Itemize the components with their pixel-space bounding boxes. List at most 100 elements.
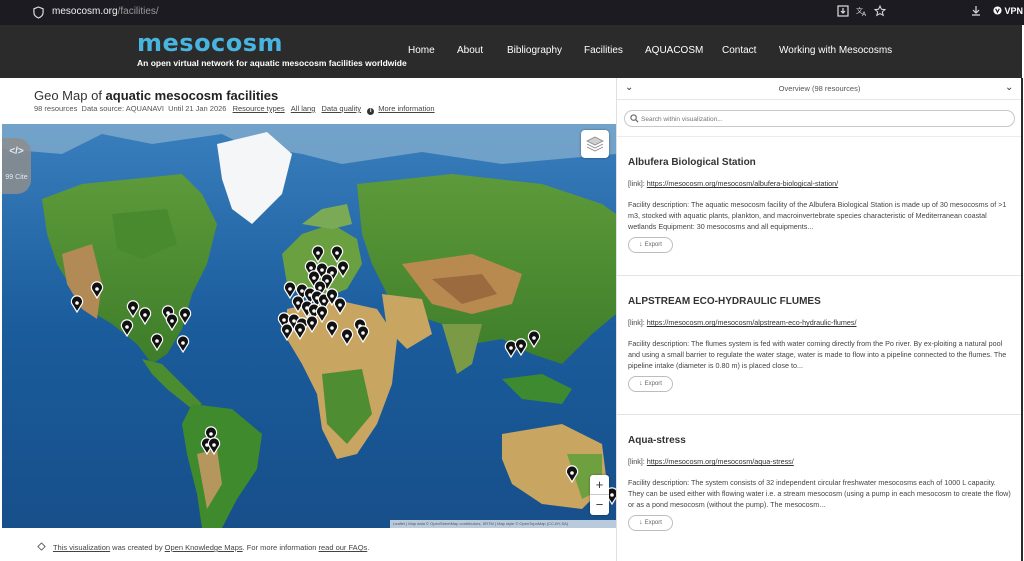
nav-bibliography[interactable]: Bibliography <box>507 45 562 56</box>
all-lang-link[interactable]: All lang <box>291 104 316 113</box>
marker-layer <box>70 245 616 506</box>
map-marker[interactable] <box>527 330 541 349</box>
svg-text:A: A <box>862 11 867 17</box>
site-logo[interactable]: mesocosm <box>137 29 283 57</box>
more-information-link[interactable]: More information <box>378 104 434 113</box>
item-link-line: [link]: https://mesocosm.org/mesocosm/aq… <box>628 457 794 466</box>
nav-home[interactable]: Home <box>408 45 435 56</box>
data-quality-link[interactable]: Data quality <box>321 104 361 113</box>
window-edge <box>1021 78 1023 561</box>
layers-button[interactable] <box>581 130 609 158</box>
item-link[interactable]: https://mesocosm.org/mesocosm/alpstream-… <box>647 318 857 327</box>
export-button[interactable]: ↓ Export <box>628 237 673 253</box>
item-description: Facility description: The system consist… <box>628 478 1011 510</box>
download-icon[interactable] <box>969 5 983 19</box>
zoom-in-button[interactable]: + <box>590 475 609 495</box>
resource-types-link[interactable]: Resource types <box>233 104 285 113</box>
search-input[interactable] <box>641 113 1001 125</box>
open-knowledge-maps-link[interactable]: Open Knowledge Maps <box>165 543 243 552</box>
reader-view-icon[interactable] <box>836 5 850 19</box>
info-icon[interactable]: i <box>367 108 375 115</box>
map-marker[interactable] <box>70 295 84 314</box>
nav-aquacosm[interactable]: AQUACOSM <box>645 45 703 56</box>
map-marker[interactable] <box>138 307 152 326</box>
embed-code-icon[interactable]: </> <box>2 146 31 157</box>
nav-about[interactable]: About <box>457 45 483 56</box>
map-marker[interactable] <box>178 307 192 326</box>
map-marker[interactable] <box>305 315 319 334</box>
zoom-out-button[interactable]: − <box>590 495 609 515</box>
map-marker[interactable] <box>311 245 325 264</box>
site-tagline: An open virtual network for aquatic meso… <box>137 58 407 68</box>
item-title[interactable]: Albufera Biological Station <box>628 157 756 168</box>
map-marker[interactable] <box>283 281 297 300</box>
map-marker[interactable] <box>325 320 339 339</box>
item-description: Facility description: The aquatic mesoco… <box>628 200 1007 232</box>
site-header: mesocosm An open virtual network for aqu… <box>0 25 1022 78</box>
data-source: Data source: AQUANAVI <box>81 104 164 113</box>
item-description: Facility description: The flumes system … <box>628 339 1007 371</box>
overview-bar[interactable]: ⌄ Overview (98 resources) ⌄ <box>617 78 1022 100</box>
map-marker[interactable] <box>280 323 294 342</box>
map-marker[interactable] <box>333 297 347 316</box>
map-marker[interactable] <box>90 281 104 300</box>
download-arrow-icon: ↓ <box>639 380 643 387</box>
download-arrow-icon: ↓ <box>639 241 643 248</box>
download-arrow-icon: ↓ <box>639 519 643 526</box>
nav-facilities[interactable]: Facilities <box>584 45 623 56</box>
browser-toolbar: mesocosm.org/facilities/ 文A VPN <box>0 0 1024 25</box>
geo-map[interactable] <box>2 124 616 528</box>
nav-working-with-mesocosms[interactable]: Working with Mesocosms <box>779 45 892 56</box>
map-attribution: Leaflet | Map data © OpenStreetMap contr… <box>390 520 616 528</box>
map-marker[interactable] <box>176 335 190 354</box>
visualization-link[interactable]: This visualization <box>53 543 110 552</box>
map-marker[interactable] <box>330 245 344 264</box>
shield-icon[interactable] <box>33 6 44 19</box>
page-title: Geo Map of aquatic mesocosm facilities <box>34 88 279 103</box>
map-context-line: 98 resources Data source: AQUANAVI Until… <box>34 104 435 115</box>
item-link-line: [link]: https://mesocosm.org/mesocosm/al… <box>628 179 839 188</box>
item-link-line: [link]: https://mesocosm.org/mesocosm/al… <box>628 318 857 327</box>
map-marker[interactable] <box>120 319 134 338</box>
layers-icon <box>586 136 604 152</box>
bookmark-star-icon[interactable] <box>873 4 887 19</box>
item-title[interactable]: ALPSTREAM ECO-HYDRAULIC FLUMES <box>628 296 821 307</box>
map-marker[interactable] <box>165 313 179 332</box>
side-toolbar: </> 99 Cite <box>2 138 31 194</box>
timespan: Until 21 Jan 2026 <box>168 104 227 113</box>
lightbulb-icon <box>37 542 46 551</box>
map-marker[interactable] <box>315 305 329 324</box>
map-marker[interactable] <box>356 325 370 344</box>
visualization-footer: This visualization was created by Open K… <box>37 542 369 552</box>
map-marker[interactable] <box>150 333 164 352</box>
export-button[interactable]: ↓ Export <box>628 515 673 531</box>
map-marker[interactable] <box>336 260 350 279</box>
map-marker[interactable] <box>514 338 528 357</box>
vpn-badge[interactable]: VPN <box>993 6 1023 16</box>
cite-button[interactable]: 99 Cite <box>2 174 31 181</box>
zoom-control: + − <box>590 475 609 515</box>
nav-contact[interactable]: Contact <box>722 45 756 56</box>
list-item[interactable]: Aqua-stress [link]: https://mesocosm.org… <box>617 415 1022 554</box>
resource-count: 98 resources <box>34 104 78 113</box>
overview-label: Overview (98 resources) <box>778 84 861 93</box>
translate-icon[interactable]: 文A <box>855 5 869 19</box>
list-item[interactable]: ALPSTREAM ECO-HYDRAULIC FLUMES [link]: h… <box>617 276 1022 415</box>
item-title[interactable]: Aqua-stress <box>628 435 686 446</box>
chevron-down-icon[interactable]: ⌄ <box>1005 82 1013 93</box>
vpn-icon <box>993 6 1002 15</box>
map-marker[interactable] <box>207 437 221 456</box>
search-box <box>624 110 1015 127</box>
map-marker[interactable] <box>293 322 307 341</box>
map-marker[interactable] <box>340 328 354 347</box>
vpn-label: VPN <box>1004 6 1024 16</box>
map-marker[interactable] <box>126 300 140 319</box>
export-button[interactable]: ↓ Export <box>628 376 673 392</box>
list-item[interactable]: Albufera Biological Station [link]: http… <box>617 137 1022 276</box>
faq-link[interactable]: read our FAQs <box>319 543 368 552</box>
search-icon <box>630 114 639 123</box>
item-link[interactable]: https://mesocosm.org/mesocosm/albufera-b… <box>647 179 838 188</box>
address-bar[interactable]: mesocosm.org/facilities/ <box>52 6 159 17</box>
item-link[interactable]: https://mesocosm.org/mesocosm/aqua-stres… <box>647 457 794 466</box>
map-marker[interactable] <box>565 465 579 484</box>
